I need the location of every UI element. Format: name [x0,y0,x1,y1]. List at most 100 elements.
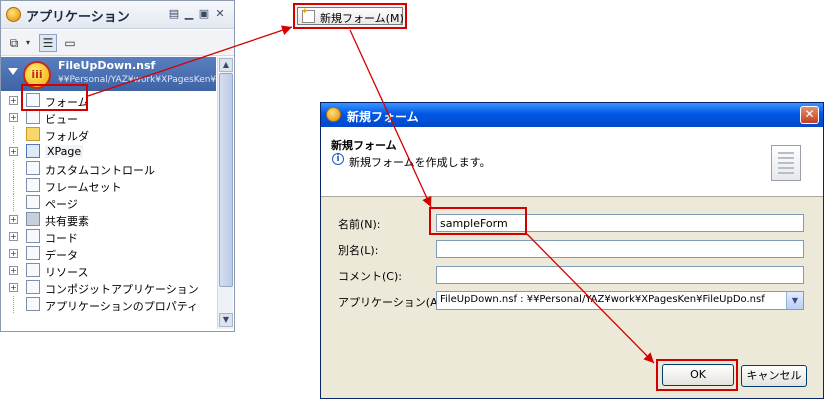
expand-icon[interactable]: + [9,215,18,224]
data-icon [26,246,40,260]
app-properties-icon [26,297,40,311]
tree-connector [13,177,23,194]
expand-icon[interactable]: + [9,232,18,241]
expand-icon[interactable]: + [9,113,18,122]
dialog-titlebar[interactable]: 新規フォーム ✕ [321,103,823,127]
new-form-icon [301,7,315,23]
name-input[interactable] [436,214,804,232]
tree-item-label: コンポジットアプリケーション [45,283,199,296]
tree-connector [13,296,23,313]
new-form-button-label: 新規フォーム(M) [320,12,404,25]
info-icon: i [332,153,344,165]
scroll-up-icon[interactable]: ▲ [219,58,233,72]
panel-title: アプリケーション [26,10,130,25]
scroll-thumb[interactable] [219,73,233,287]
tree-connector [13,194,23,211]
application-select-value: FileUpDown.nsf : ¥¥Personal/YAZ¥work¥XPa… [440,294,765,305]
tree-item[interactable]: フレームセット [1,177,216,194]
maximize-icon[interactable]: ▣ [198,8,210,20]
tree-connector [13,126,23,143]
new-form-dialog: 新規フォーム ✕ 新規フォーム i 新規フォームを作成します。 名前(N): 別… [320,102,824,399]
new-form-menu-highlight: 新規フォーム(M) [293,3,407,29]
tree-item-label: コード [45,232,78,245]
comment-input[interactable] [436,266,804,284]
chevron-down-icon[interactable]: ▼ [786,292,803,309]
cancel-button[interactable]: キャンセル [741,365,807,387]
tree-item-label: フレームセット [45,181,122,194]
tree-item-label: フォーム [45,96,89,109]
new-form-button[interactable]: 新規フォーム(M) [297,7,404,25]
tree-item[interactable]: + リソース [1,262,216,279]
banner-title: 新規フォーム [331,139,397,152]
expand-icon[interactable]: + [9,249,18,258]
application-label: アプリケーション(A): [338,296,446,309]
tree-item[interactable]: ページ [1,194,216,211]
page-icon [26,195,40,209]
view-menu-icon[interactable]: ▤ [168,8,180,20]
dialog-close-icon[interactable]: ✕ [800,106,819,124]
custom-control-icon [26,161,40,175]
banner-description: 新規フォームを作成します。 [349,156,491,169]
tree-item[interactable]: + データ [1,245,216,262]
code-icon [26,229,40,243]
scroll-down-icon[interactable]: ▼ [219,313,233,327]
close-icon[interactable]: ✕ [214,8,226,20]
tree-item[interactable]: + フォーム [1,92,216,109]
dialog-title: 新規フォーム [347,110,419,124]
tree-item[interactable]: カスタムコントロール [1,160,216,177]
database-name: FileUpDown.nsf [58,59,156,72]
dropdown-icon[interactable]: ▾ [23,34,33,52]
list-view-icon[interactable]: ▭ [61,34,79,52]
collapse-icon[interactable] [8,68,18,75]
tree-item[interactable]: フォルダ [1,126,216,143]
tree-item[interactable]: アプリケーションのプロパティ [1,296,216,313]
view-icon [26,110,40,124]
minimize-icon[interactable]: ▁ [183,8,195,20]
dialog-banner: 新規フォーム i 新規フォームを作成します。 [321,127,823,197]
expand-icon[interactable]: + [9,96,18,105]
new-design-icon[interactable]: ⧉ [5,34,23,52]
database-row[interactable]: iii FileUpDown.nsf ¥¥Personal/YAZ¥work¥X… [1,57,216,91]
panel-toolbar: ⧉ ▾ ☰ ▭ [1,30,234,56]
shared-elements-icon [26,212,40,226]
tree-item-label: リソース [45,266,89,279]
tree-item-label: データ [45,249,78,262]
comment-label: コメント(C): [338,270,402,283]
database-path: ¥¥Personal/YAZ¥work¥XPagesKen¥FileUpDo [58,75,216,85]
tree-connector [13,160,23,177]
folder-icon [26,127,40,141]
dialog-logo-icon [326,107,341,122]
domino-designer-logo-icon [6,7,21,22]
resources-icon [26,263,40,277]
tree-item[interactable]: + コード [1,228,216,245]
alias-label: 別名(L): [338,244,379,257]
tree-item-label: XPage [45,145,84,158]
vertical-scrollbar[interactable]: ▲ ▼ [217,57,233,329]
expand-icon[interactable]: + [9,266,18,275]
tree-item-label: アプリケーションのプロパティ [45,300,199,313]
database-icon: iii [23,61,51,89]
application-panel: アプリケーション ▤ ▁ ▣ ✕ ⧉ ▾ ☰ ▭ iii FileUpDown.… [0,0,235,332]
tree-item[interactable]: + 共有要素 [1,211,216,228]
ok-button-highlight: OK [656,359,738,391]
alias-input[interactable] [436,240,804,258]
application-select[interactable]: FileUpDown.nsf : ¥¥Personal/YAZ¥work¥XPa… [436,291,804,310]
form-document-icon [771,145,801,181]
name-label: 名前(N): [338,218,381,231]
tree-view-icon[interactable]: ☰ [39,34,57,52]
expand-icon[interactable]: + [9,283,18,292]
expand-icon[interactable]: + [9,147,18,156]
tree-item-label: 共有要素 [45,215,89,228]
tree-item-label: カスタムコントロール [45,164,155,177]
tree-item[interactable]: + XPage [1,143,216,160]
form-icon [26,93,40,107]
ok-button[interactable]: OK [662,364,734,386]
tree-item-label: ページ [45,198,78,211]
panel-header: アプリケーション ▤ ▁ ▣ ✕ [1,1,234,29]
tree-item[interactable]: + コンポジットアプリケーション [1,279,216,296]
tree-item-label: ビュー [45,113,78,126]
frameset-icon [26,178,40,192]
xpage-icon [26,144,40,158]
tree-item[interactable]: + ビュー [1,109,216,126]
tree-item-label: フォルダ [45,130,89,143]
